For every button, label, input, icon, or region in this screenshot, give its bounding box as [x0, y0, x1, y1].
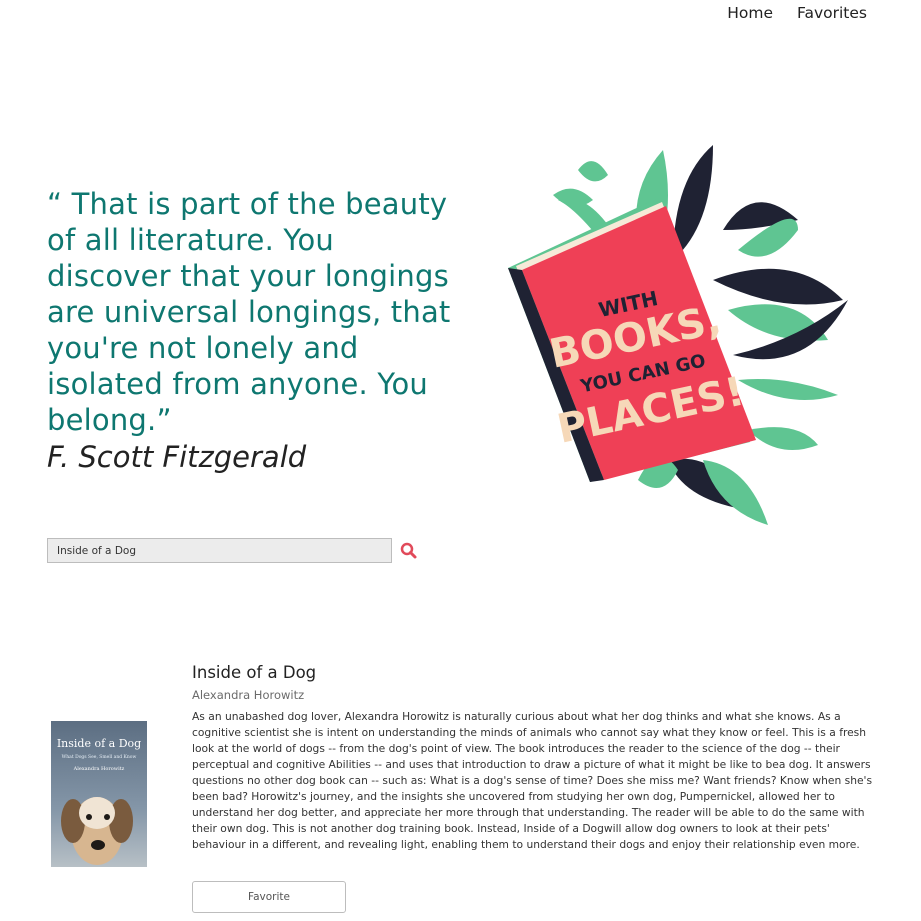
cover-subtitle: What Dogs See, Smell and Know	[62, 754, 137, 760]
quote-author: F. Scott Fitzgerald	[47, 440, 307, 474]
favorite-button[interactable]: Favorite	[192, 881, 346, 913]
search-bar	[47, 538, 418, 563]
cover-title: Inside of a Dog	[57, 737, 141, 750]
book-description: As an unabashed dog lover, Alexandra Hor…	[192, 710, 873, 851]
top-nav: Home Favorites	[727, 4, 867, 22]
search-icon[interactable]	[400, 542, 418, 560]
nav-home-link[interactable]: Home	[727, 4, 773, 22]
books-illustration: WITH BOOKS, YOU CAN GO PLACES!	[508, 145, 848, 525]
book-cover-image: Inside of a Dog What Dogs See, Smell and…	[51, 721, 147, 867]
cover-author: Alexandra Horowitz	[73, 766, 125, 772]
book-title: Inside of a Dog	[192, 663, 317, 682]
nav-favorites-link[interactable]: Favorites	[797, 4, 867, 22]
search-input[interactable]	[47, 538, 392, 563]
book-author: Alexandra Horowitz	[192, 688, 305, 702]
hero-quote: “ That is part of the beauty of all lite…	[47, 187, 451, 437]
